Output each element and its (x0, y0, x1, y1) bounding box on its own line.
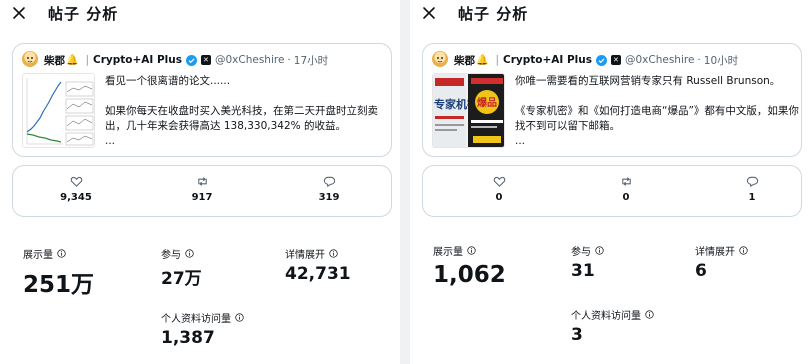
stat-label: 个人资料访问量 (571, 311, 641, 322)
stat-profile-visits: 个人资料访问量 3 (571, 307, 654, 345)
reply-button[interactable]: 1 (722, 175, 782, 203)
analytics-panel-right: 帖子 分析 柴郡 🔔 | Crypto+AI Plus ✕ @0xCheshir… (410, 0, 810, 364)
tweet-meta: 柴郡 🔔 | Crypto+AI Plus ✕ @0xCheshire · 17… (44, 52, 328, 68)
tweet-image-chart[interactable] (22, 73, 95, 148)
info-icon[interactable] (235, 313, 244, 322)
stat-label: 展示量 (433, 247, 463, 258)
stat-value: 27万 (161, 269, 202, 289)
meta-dot: · (697, 54, 701, 66)
info-icon[interactable] (645, 310, 654, 319)
stat-label: 详情展开 (285, 250, 325, 261)
stat-label: 个人资料访问量 (161, 314, 231, 325)
user-handle[interactable]: @0xCheshire (625, 54, 694, 66)
display-name[interactable]: 柴郡 (454, 53, 475, 68)
post-time[interactable]: 10小时 (704, 53, 738, 68)
name-emoji: 🔔 (476, 54, 489, 66)
stat-detail-expands: 详情展开 42,731 (285, 246, 351, 284)
info-icon[interactable] (185, 249, 194, 258)
panel-header: 帖子 分析 (0, 0, 400, 28)
repost-icon (197, 177, 207, 186)
verified-icon (185, 54, 197, 66)
stat-value: 6 (695, 261, 707, 281)
like-button[interactable]: 0 (469, 175, 529, 203)
stat-detail-expands: 详情展开 6 (695, 243, 748, 281)
stat-value: 1,062 (433, 262, 506, 288)
stat-label: 参与 (161, 250, 181, 261)
tweet-image-books[interactable]: 专家机密 爆品 (432, 73, 505, 148)
like-count: 9,345 (60, 192, 92, 203)
repost-count: 0 (622, 192, 630, 203)
community-name[interactable]: Crypto+AI Plus (503, 54, 592, 66)
like-button[interactable]: 9,345 (46, 175, 106, 203)
name-separator: | (85, 54, 89, 66)
reply-button[interactable]: 319 (299, 175, 359, 203)
reply-count: 1 (748, 192, 756, 203)
name-emoji: 🔔 (66, 54, 79, 66)
like-count: 0 (495, 192, 503, 203)
reply-icon (323, 176, 335, 188)
stat-engagements: 参与 31 (571, 243, 604, 281)
book-title: 爆品 (477, 96, 497, 109)
x-badge-icon: ✕ (610, 55, 621, 65)
heart-icon (493, 176, 505, 187)
name-separator: | (495, 54, 499, 66)
avatar[interactable] (22, 51, 38, 67)
post-time[interactable]: 17小时 (294, 53, 328, 68)
user-handle[interactable]: @0xCheshire (215, 54, 284, 66)
stat-value: 31 (571, 261, 595, 281)
stat-impressions: 展示量 251万 (23, 246, 94, 299)
close-icon[interactable] (420, 4, 438, 22)
verified-icon (595, 54, 607, 66)
community-name[interactable]: Crypto+AI Plus (93, 54, 182, 66)
stat-value: 42,731 (285, 264, 351, 284)
display-name[interactable]: 柴郡 (44, 53, 65, 68)
tweet-meta: 柴郡 🔔 | Crypto+AI Plus ✕ @0xCheshire · 10… (454, 52, 738, 68)
tweet-card[interactable]: 柴郡 🔔 | Crypto+AI Plus ✕ @0xCheshire · 17… (12, 43, 392, 157)
meta-dot: · (287, 54, 291, 66)
heart-icon (70, 176, 82, 187)
stat-value: 251万 (23, 272, 95, 298)
tweet-text: 你唯一需要看的互联网营销专家只有 Russell Brunson。 《专家机密》… (515, 75, 799, 147)
x-badge-icon: ✕ (200, 55, 211, 65)
stat-impressions: 展示量 1,062 (433, 243, 506, 288)
avatar[interactable] (432, 51, 448, 67)
panel-header: 帖子 分析 (410, 0, 810, 28)
stat-engagements: 参与 27万 (161, 246, 202, 289)
stat-label: 展示量 (23, 250, 53, 261)
repost-button[interactable]: 917 (172, 175, 232, 203)
engagement-card: 9,345 917 319 (12, 165, 392, 217)
page-title: 帖子 分析 (458, 5, 529, 23)
info-icon[interactable] (739, 246, 748, 255)
close-icon[interactable] (10, 4, 28, 22)
reply-count: 319 (318, 192, 340, 203)
stat-profile-visits: 个人资料访问量 1,387 (161, 310, 244, 348)
tweet-card[interactable]: 柴郡 🔔 | Crypto+AI Plus ✕ @0xCheshire · 10… (422, 43, 802, 157)
stat-value: 3 (571, 325, 583, 345)
stat-value: 1,387 (161, 328, 215, 348)
engagement-card: 0 0 1 (422, 165, 802, 217)
info-icon[interactable] (595, 246, 604, 255)
repost-button[interactable]: 0 (596, 175, 656, 203)
stat-label: 参与 (571, 247, 591, 258)
info-icon[interactable] (329, 249, 338, 258)
analytics-panel-left: 帖子 分析 柴郡 🔔 | Crypto+AI Plus ✕ @0xCheshir… (0, 0, 400, 364)
info-icon[interactable] (57, 249, 66, 258)
tweet-text: 看见一个很离谱的论文...... 如果你每天在收盘时买入美光科技，在第二天开盘时… (105, 75, 378, 147)
page-title: 帖子 分析 (48, 5, 119, 23)
repost-icon (621, 177, 631, 186)
reply-icon (746, 176, 758, 188)
stat-label: 详情展开 (695, 247, 735, 258)
info-icon[interactable] (467, 246, 476, 255)
repost-count: 917 (191, 192, 213, 203)
